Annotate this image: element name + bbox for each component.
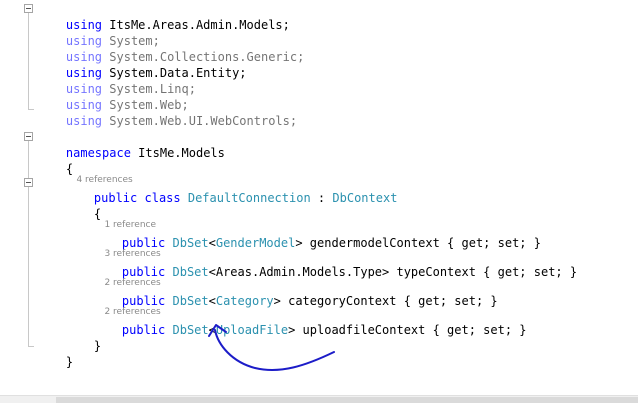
hand-drawn-arrow	[208, 324, 335, 371]
horizontal-scrollbar[interactable]	[0, 395, 638, 403]
code-editor[interactable]: using ItsMe.Areas.Admin.Models; using Sy…	[0, 0, 638, 403]
scrollbar-thumb[interactable]	[56, 397, 638, 403]
